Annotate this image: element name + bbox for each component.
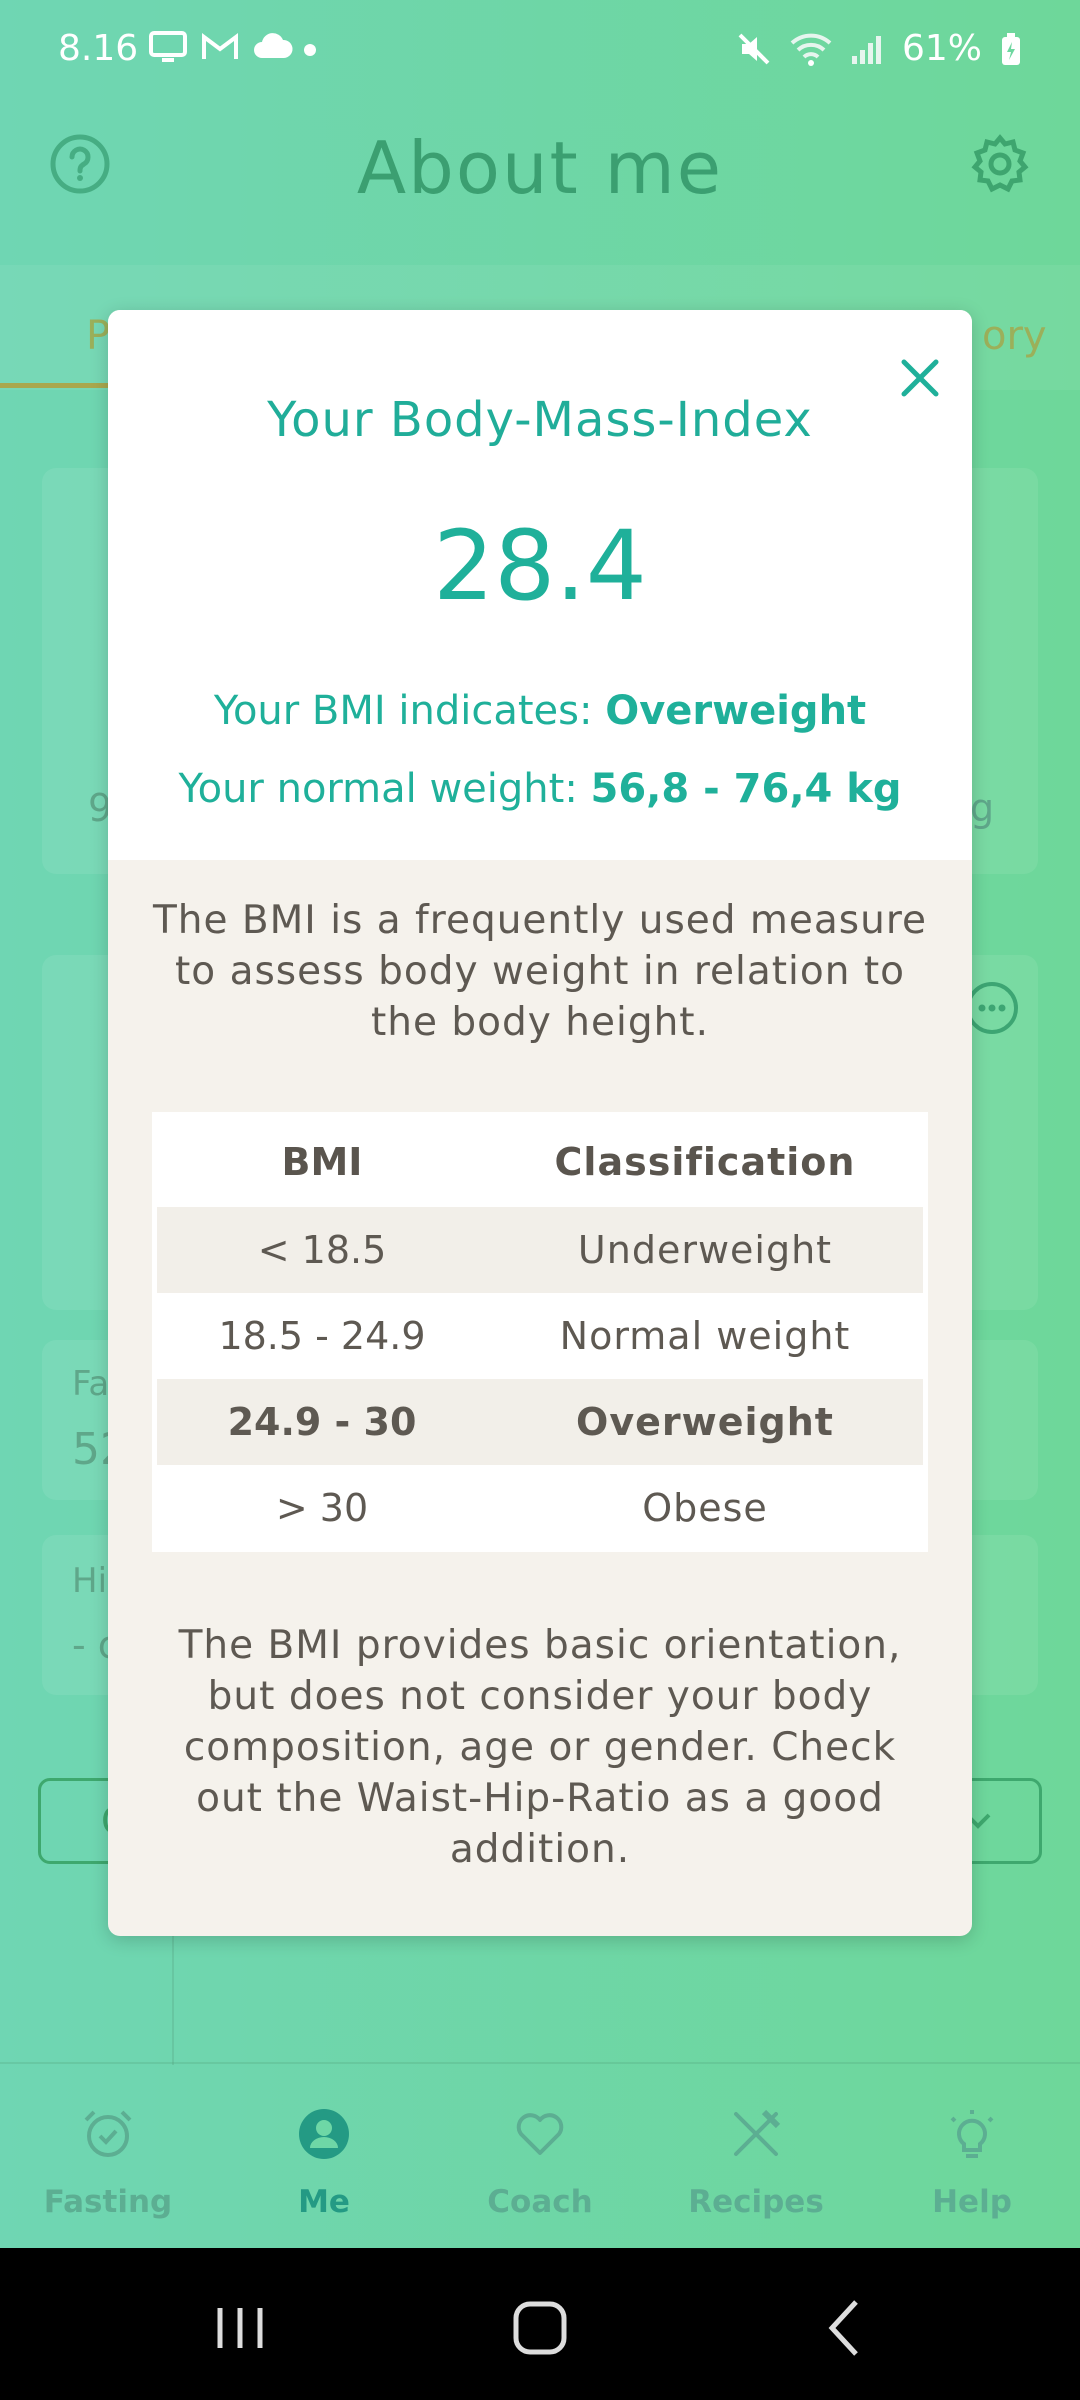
fork-knife-icon bbox=[734, 2109, 781, 2156]
status-bar: 8.16 61% bbox=[0, 0, 1080, 100]
gmail-icon bbox=[202, 33, 238, 59]
table-header-classification: Classification bbox=[554, 1140, 856, 1184]
nav-item-recipes[interactable]: Recipes bbox=[648, 2064, 864, 2250]
gear-icon[interactable] bbox=[968, 132, 1032, 196]
status-time: 8.16 bbox=[58, 28, 139, 69]
bmi-intro-text: The BMI is a frequently used measure to … bbox=[152, 898, 928, 1045]
screen-icon bbox=[149, 31, 187, 62]
battery-percent: 61% bbox=[901, 28, 982, 69]
bmi-footer-text: The BMI provides basic orientation, but … bbox=[178, 1623, 902, 1872]
nav-label-recipes: Recipes bbox=[688, 2184, 824, 2220]
nav-label-fasting: Fasting bbox=[43, 2184, 173, 2220]
notification-dot-icon bbox=[304, 44, 316, 56]
nav-label-me: Me bbox=[298, 2184, 350, 2220]
table-row: > 30 Obese bbox=[157, 1465, 923, 1551]
app-header: About me bbox=[0, 100, 1080, 265]
nav-item-coach[interactable]: Coach bbox=[432, 2064, 648, 2250]
tab-history[interactable]: ory bbox=[982, 313, 1047, 359]
more-options-icon[interactable] bbox=[964, 980, 1020, 1036]
nav-item-me[interactable]: Me bbox=[216, 2064, 432, 2250]
bmi-indication: Your BMI indicates: Overweight bbox=[108, 688, 972, 734]
table-row: 18.5 - 24.9 Normal weight bbox=[157, 1293, 923, 1379]
normal-weight-label: Your normal weight: bbox=[178, 766, 591, 812]
home-icon[interactable] bbox=[500, 2288, 580, 2368]
table-cell-bmi: > 30 bbox=[275, 1486, 369, 1530]
table-header-row: BMI Classification bbox=[157, 1117, 923, 1207]
mute-icon bbox=[738, 33, 770, 64]
table-row-current: 24.9 - 30 Overweight bbox=[157, 1379, 923, 1465]
recent-apps-icon[interactable] bbox=[200, 2288, 280, 2368]
normal-weight: Your normal weight: 56,8 - 76,4 kg bbox=[108, 766, 972, 812]
back-icon[interactable] bbox=[806, 2288, 886, 2368]
table-row: < 18.5 Underweight bbox=[157, 1207, 923, 1293]
bottom-nav: Fasting Me Coach Recipes Help bbox=[0, 2062, 1080, 2248]
nav-item-help[interactable]: Help bbox=[864, 2064, 1080, 2250]
person-icon bbox=[299, 2109, 349, 2159]
bmi-dialog: Your Body-Mass-Index 28.4 Your BMI indic… bbox=[108, 310, 972, 1936]
nav-label-help: Help bbox=[932, 2184, 1012, 2220]
bmi-indication-label: Your BMI indicates: bbox=[213, 688, 606, 734]
wifi-icon bbox=[790, 33, 832, 66]
table-cell-bmi: 18.5 - 24.9 bbox=[218, 1314, 426, 1358]
table-header-bmi: BMI bbox=[281, 1140, 363, 1184]
table-cell-classification: Underweight bbox=[577, 1228, 833, 1272]
table-cell-bmi: < 18.5 bbox=[257, 1228, 387, 1272]
alarm-clock-icon bbox=[84, 2110, 132, 2157]
cloud-icon bbox=[254, 33, 293, 58]
bmi-indication-value: Overweight bbox=[605, 688, 867, 734]
normal-weight-value: 56,8 - 76,4 kg bbox=[590, 766, 902, 812]
table-cell-classification: Overweight bbox=[576, 1400, 834, 1444]
lightbulb-icon bbox=[950, 2110, 994, 2158]
bmi-summary: Your Body-Mass-Index 28.4 Your BMI indic… bbox=[108, 310, 972, 860]
table-cell-bmi: 24.9 - 30 bbox=[227, 1400, 417, 1444]
bmi-value: 28.4 bbox=[433, 510, 647, 622]
system-nav-bar bbox=[0, 2248, 1080, 2400]
table-cell-classification: Obese bbox=[642, 1486, 768, 1530]
heart-icon bbox=[516, 2113, 564, 2155]
nav-label-coach: Coach bbox=[487, 2184, 593, 2220]
signal-icon bbox=[851, 35, 881, 64]
dialog-title: Your Body-Mass-Index bbox=[267, 392, 813, 448]
tab-profile[interactable]: P bbox=[86, 313, 110, 359]
battery-icon bbox=[1002, 32, 1020, 65]
nav-item-fasting[interactable]: Fasting bbox=[0, 2064, 216, 2250]
bmi-classification-table: BMI Classification < 18.5 Underweight 18… bbox=[152, 1112, 928, 1552]
page-title: About me bbox=[356, 126, 724, 210]
table-cell-classification: Normal weight bbox=[559, 1314, 851, 1358]
